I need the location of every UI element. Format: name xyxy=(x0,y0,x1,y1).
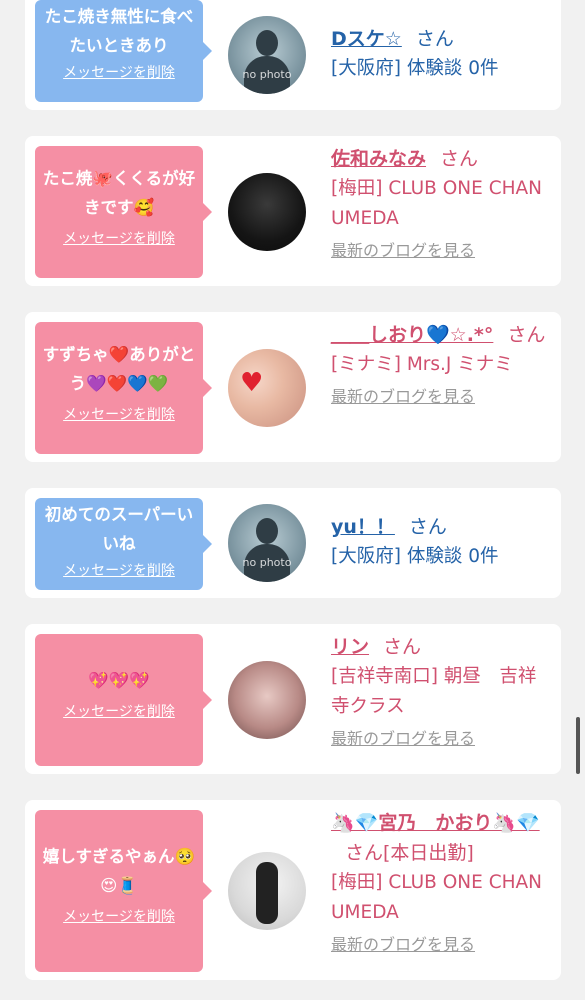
user-subtitle: [大阪府] 体験談 0件 xyxy=(331,58,499,79)
message-text: たこ焼き無性に食べたいときあり xyxy=(44,7,194,55)
honorific: さん xyxy=(345,842,384,864)
message-card: たこ焼🐙くくるが好きです🥰 メッセージを削除 佐和みなみ さん [梅田] CLUB… xyxy=(25,136,561,286)
user-name-link[interactable]: Dスケ☆ xyxy=(331,28,402,50)
latest-blog-link[interactable]: 最新のブログを見る xyxy=(331,236,551,266)
delete-message-link[interactable]: メッセージを削除 xyxy=(63,701,175,721)
work-status: [本日出勤] xyxy=(383,842,474,864)
message-text: すずちゃ❤️ありがとう💜❤️💙💚 xyxy=(42,345,196,393)
message-card: 初めてのスーパーいいね メッセージを削除 no photo yu！！ さん [大阪… xyxy=(25,488,561,598)
avatar[interactable] xyxy=(228,852,306,930)
message-card: 💖💖💖 メッセージを削除 リン さん [吉祥寺南口] 朝昼 吉祥寺クラス 最新のブ… xyxy=(25,624,561,774)
latest-blog-link[interactable]: 最新のブログを見る xyxy=(331,930,551,960)
message-card: すずちゃ❤️ありがとう💜❤️💙💚 メッセージを削除 ♥ ＿＿しおり💙☆.*° さん… xyxy=(25,312,561,462)
message-bubble: 💖💖💖 メッセージを削除 xyxy=(35,634,212,766)
delete-message-link[interactable]: メッセージを削除 xyxy=(63,404,175,424)
user-name-link[interactable]: リン xyxy=(331,636,369,658)
message-text: 嬉しすぎるやぁん🥺😍🧵 xyxy=(42,847,196,895)
honorific: さん xyxy=(440,148,479,170)
message-bubble: すずちゃ❤️ありがとう💜❤️💙💚 メッセージを削除 xyxy=(35,322,212,454)
avatar[interactable]: no photo xyxy=(228,504,306,582)
avatar-silhouette-icon xyxy=(256,30,278,56)
avatar-figure xyxy=(256,862,278,924)
message-bubble: 初めてのスーパーいいね メッセージを削除 xyxy=(35,498,212,590)
message-text: たこ焼🐙くくるが好きです🥰 xyxy=(42,169,196,217)
no-photo-watermark: no photo xyxy=(242,556,292,569)
honorific: さん xyxy=(507,324,546,346)
delete-message-link[interactable]: メッセージを削除 xyxy=(63,228,175,248)
user-name-link[interactable]: 🦄💎宮乃 かおり🦄💎 xyxy=(331,812,540,834)
user-subtitle: [ミナミ] Mrs.J ミナミ xyxy=(331,354,513,375)
honorific: さん xyxy=(415,28,454,50)
message-bubble: 嬉しすぎるやぁん🥺😍🧵 メッセージを削除 xyxy=(35,810,212,972)
user-name-link[interactable]: ＿＿しおり💙☆.*° xyxy=(331,324,493,346)
message-card: たこ焼き無性に食べたいときあり メッセージを削除 no photo Dスケ☆ さん… xyxy=(25,0,561,110)
honorific: さん xyxy=(408,516,447,538)
user-subtitle: [梅田] CLUB ONE CHAN UMEDA xyxy=(331,178,543,229)
user-info: 佐和みなみ さん [梅田] CLUB ONE CHAN UMEDA 最新のブログを… xyxy=(331,144,551,266)
user-name-link[interactable]: 佐和みなみ xyxy=(331,148,426,170)
honorific: さん xyxy=(383,636,422,658)
user-name-link[interactable]: yu！！ xyxy=(331,516,395,538)
no-photo-watermark: no photo xyxy=(242,68,292,81)
message-bubble: たこ焼🐙くくるが好きです🥰 メッセージを削除 xyxy=(35,146,212,278)
avatar-silhouette-icon xyxy=(256,518,278,544)
scrollbar[interactable] xyxy=(576,717,580,774)
avatar[interactable]: no photo xyxy=(228,16,306,94)
heart-icon: ♥ xyxy=(240,368,264,398)
message-text: 💖💖💖 xyxy=(88,671,150,690)
user-subtitle: [吉祥寺南口] 朝昼 吉祥寺クラス xyxy=(331,666,537,717)
avatar[interactable] xyxy=(228,173,306,251)
user-subtitle: [梅田] CLUB ONE CHAN UMEDA xyxy=(331,872,543,923)
message-card: 嬉しすぎるやぁん🥺😍🧵 メッセージを削除 🦄💎宮乃 かおり🦄💎 さん[本日出勤] … xyxy=(25,800,561,980)
user-info: リン さん [吉祥寺南口] 朝昼 吉祥寺クラス 最新のブログを見る xyxy=(331,632,551,754)
latest-blog-link[interactable]: 最新のブログを見る xyxy=(331,382,551,412)
avatar[interactable]: ♥ xyxy=(228,349,306,427)
latest-blog-link[interactable]: 最新のブログを見る xyxy=(331,724,551,754)
avatar[interactable] xyxy=(228,661,306,739)
delete-message-link[interactable]: メッセージを削除 xyxy=(63,560,175,580)
delete-message-link[interactable]: メッセージを削除 xyxy=(63,906,175,926)
user-subtitle: [大阪府] 体験談 0件 xyxy=(331,546,499,567)
message-text: 初めてのスーパーいいね xyxy=(44,505,194,553)
user-info: 🦄💎宮乃 かおり🦄💎 さん[本日出勤] [梅田] CLUB ONE CHAN UM… xyxy=(331,808,551,960)
user-info: Dスケ☆ さん [大阪府] 体験談 0件 xyxy=(331,24,551,84)
user-info: yu！！ さん [大阪府] 体験談 0件 xyxy=(331,512,551,572)
message-bubble: たこ焼き無性に食べたいときあり メッセージを削除 xyxy=(35,0,212,102)
user-info: ＿＿しおり💙☆.*° さん [ミナミ] Mrs.J ミナミ 最新のブログを見る xyxy=(331,320,551,412)
delete-message-link[interactable]: メッセージを削除 xyxy=(63,62,175,82)
